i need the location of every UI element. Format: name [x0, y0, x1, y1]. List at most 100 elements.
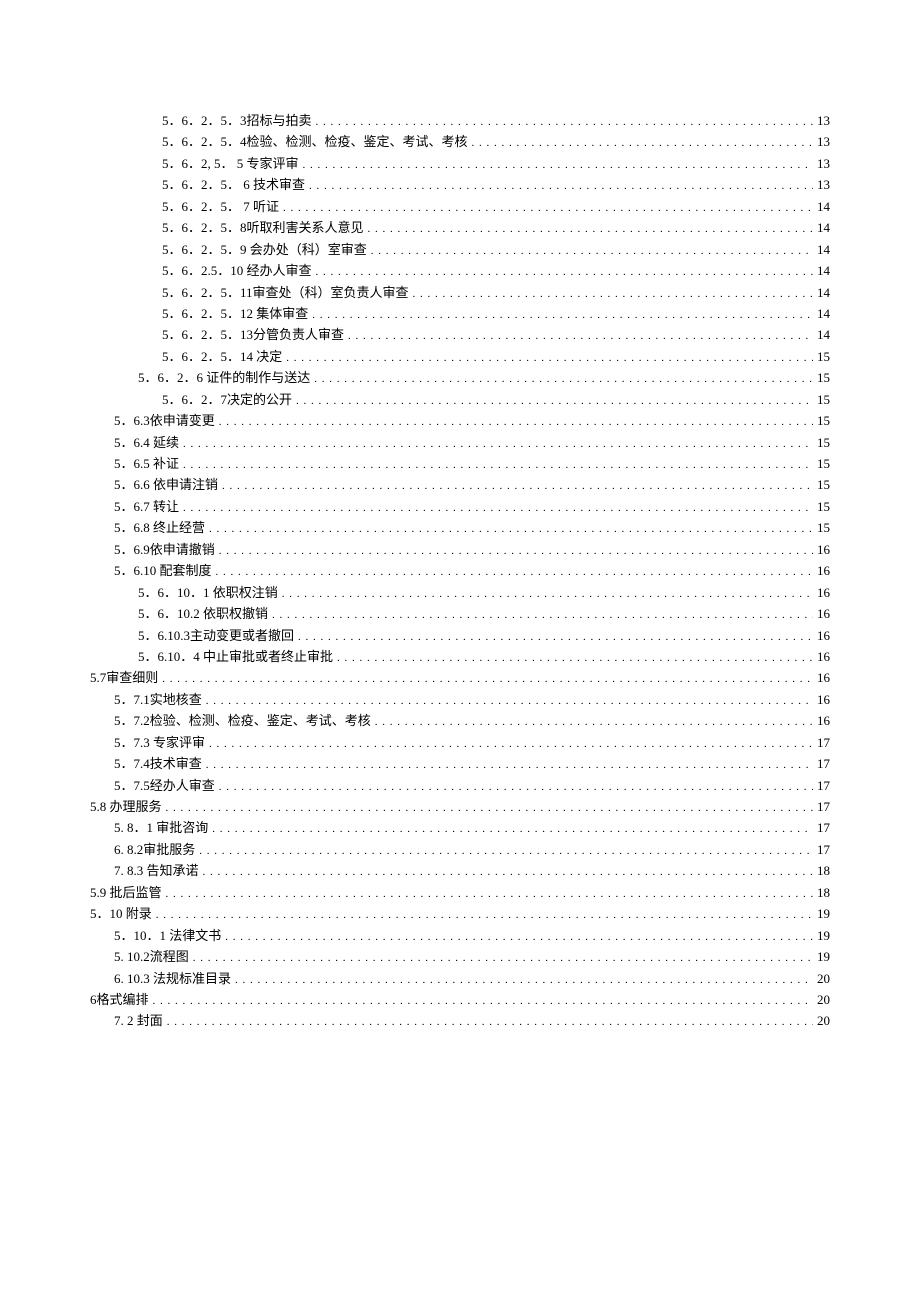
toc-entry-label: 5．6．2．5．3招标与拍卖	[162, 110, 316, 131]
toc-leader-dots	[303, 153, 813, 174]
toc-entry: 5．6．2．5．8听取利害关系人意见14	[90, 217, 830, 238]
toc-entry-label: 5．10．1 法律文书	[114, 925, 225, 946]
toc-entry-page: 17	[813, 796, 830, 817]
toc-leader-dots	[162, 667, 813, 688]
toc-leader-dots	[348, 324, 813, 345]
toc-entry: 6. 10.3 法规标准目录 20	[90, 968, 830, 989]
toc-entry-page: 17	[813, 839, 830, 860]
toc-leader-dots	[368, 217, 813, 238]
toc-entry: 6格式编排 20	[90, 989, 830, 1010]
toc-entry: 5．6.9依申请撤销16	[90, 539, 830, 560]
toc-entry: 5．6.5 补证15	[90, 453, 830, 474]
toc-entry-page: 20	[813, 1010, 830, 1031]
toc-entry-label: 6格式编排	[90, 989, 153, 1010]
toc-entry-label: 5．6.10．4 中止审批或者终止审批	[138, 646, 337, 667]
toc-entry-page: 13	[813, 110, 830, 131]
toc-entry-label: 5．7.3 专家评审	[114, 732, 209, 753]
toc-entry-label: 5.7审查细则	[90, 667, 162, 688]
toc-entry-label: 5．6．2．5．11审查处（科）室负责人审查	[162, 282, 413, 303]
toc-entry: 5．6．2．5．13分管负责人审查 14	[90, 324, 830, 345]
toc-leader-dots	[286, 346, 813, 367]
toc-entry: 5．6．10．1 依职权注销16	[90, 582, 830, 603]
toc-entry-label: 6. 10.3 法规标准目录	[114, 968, 235, 989]
toc-entry: 5. 10.2流程图 19	[90, 946, 830, 967]
toc-entry: 5．6.4 延续15	[90, 432, 830, 453]
toc-leader-dots	[153, 989, 813, 1010]
toc-entry-label: 5．7.4技术审查	[114, 753, 206, 774]
toc-entry-page: 14	[813, 217, 830, 238]
toc-entry-label: 5．6．2．5．9 会办处（科）室审查	[162, 239, 371, 260]
toc-entry-page: 14	[813, 324, 830, 345]
toc-entry-label: 5.9 批后监管	[90, 882, 166, 903]
table-of-contents: 5．6．2．5．3招标与拍卖135．6．2．5．4检验、检测、检疫、鉴定、考试、…	[90, 110, 830, 1032]
toc-entry: 5．10．1 法律文书19	[90, 925, 830, 946]
toc-entry: 5．6．2．5．14 决定15	[90, 346, 830, 367]
toc-entry: 5.7审查细则 16	[90, 667, 830, 688]
toc-entry-label: 5．6.10.3主动变更或者撤回	[138, 625, 298, 646]
toc-leader-dots	[156, 903, 813, 924]
toc-entry-label: 5．6.3依申请变更	[114, 410, 219, 431]
toc-entry-page: 20	[813, 968, 830, 989]
toc-entry-page: 15	[813, 517, 830, 538]
toc-entry-label: 5. 10.2流程图	[114, 946, 193, 967]
toc-entry-page: 15	[813, 496, 830, 517]
toc-entry-page: 14	[813, 282, 830, 303]
toc-entry-page: 20	[813, 989, 830, 1010]
toc-leader-dots	[298, 625, 813, 646]
toc-entry-label: 5．6．2．5． 7 听证	[162, 196, 283, 217]
toc-entry-page: 16	[813, 560, 830, 581]
toc-leader-dots	[206, 689, 813, 710]
toc-entry-page: 15	[813, 410, 830, 431]
toc-entry-page: 15	[813, 453, 830, 474]
toc-leader-dots	[219, 539, 813, 560]
toc-entry-label: 5．6．2.5．10 经办人审查	[162, 260, 316, 281]
toc-leader-dots	[183, 432, 813, 453]
toc-leader-dots	[212, 817, 813, 838]
toc-entry: 5．6．10.2 依职权撤销16	[90, 603, 830, 624]
toc-leader-dots	[216, 560, 813, 581]
toc-entry-page: 16	[813, 582, 830, 603]
toc-leader-dots	[209, 732, 813, 753]
toc-entry-page: 15	[813, 389, 830, 410]
toc-leader-dots	[312, 303, 813, 324]
toc-entry-page: 18	[813, 882, 830, 903]
toc-entry: 5．7.3 专家评审 17	[90, 732, 830, 753]
toc-leader-dots	[337, 646, 813, 667]
toc-entry: 5．6．2, 5． 5 专家评审13	[90, 153, 830, 174]
toc-leader-dots	[222, 474, 813, 495]
toc-entry-page: 16	[813, 710, 830, 731]
toc-entry-label: 5．6．2．5．13分管负责人审查	[162, 324, 348, 345]
toc-leader-dots	[316, 260, 813, 281]
toc-entry: 5．6．2．5．12 集体审查14	[90, 303, 830, 324]
toc-entry-page: 19	[813, 946, 830, 967]
toc-entry: 5．6．2．7决定的公开15	[90, 389, 830, 410]
toc-entry: 5．7.4技术审查17	[90, 753, 830, 774]
toc-leader-dots	[282, 582, 813, 603]
toc-entry: 5．6．2．5． 6 技术审查13	[90, 174, 830, 195]
toc-leader-dots	[203, 860, 813, 881]
toc-leader-dots	[472, 131, 813, 152]
toc-entry-page: 16	[813, 667, 830, 688]
toc-leader-dots	[296, 389, 813, 410]
toc-entry-label: 5．6．2, 5． 5 专家评审	[162, 153, 303, 174]
toc-entry-label: 5．6．10.2 依职权撤销	[138, 603, 272, 624]
toc-entry-page: 18	[813, 860, 830, 881]
toc-leader-dots	[183, 496, 813, 517]
toc-entry: 5．6．2．5．9 会办处（科）室审查14	[90, 239, 830, 260]
toc-entry-label: 5．6.10 配套制度	[114, 560, 216, 581]
toc-leader-dots	[183, 453, 813, 474]
toc-entry: 6. 8.2审批服务17	[90, 839, 830, 860]
toc-leader-dots	[272, 603, 813, 624]
toc-entry: 5．6．2.5．10 经办人审查14	[90, 260, 830, 281]
toc-entry-page: 17	[813, 732, 830, 753]
toc-entry-page: 16	[813, 689, 830, 710]
toc-leader-dots	[371, 239, 813, 260]
toc-entry-page: 16	[813, 625, 830, 646]
toc-entry-label: 7. 2 封面	[114, 1010, 167, 1031]
toc-leader-dots	[209, 517, 813, 538]
toc-leader-dots	[375, 710, 813, 731]
toc-entry: 5．6.8 终止经营15	[90, 517, 830, 538]
toc-entry-page: 17	[813, 817, 830, 838]
toc-leader-dots	[166, 796, 813, 817]
toc-leader-dots	[167, 1010, 813, 1031]
